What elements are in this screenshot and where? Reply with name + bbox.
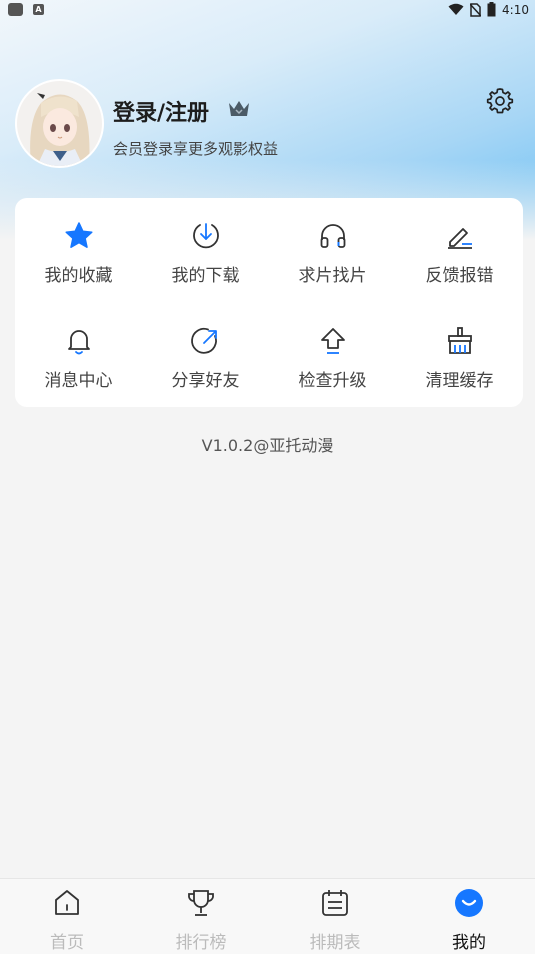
status-bar: A 4:10 (0, 0, 535, 20)
menu-item-request[interactable]: 求片找片 (269, 198, 396, 288)
headphones-icon (320, 224, 345, 248)
menu-item-label: 检查升级 (298, 371, 367, 391)
wifi-icon (448, 3, 464, 15)
menu-card: 我的收藏 我的下载 求片找片 反馈报错 消息中心 分享好友 检查升级 清理缓存 (15, 198, 523, 407)
nav-label: 首页 (50, 933, 84, 953)
version-text: V1.0.2@亚托动漫 (201, 436, 334, 455)
member-subtitle: 会员登录享更多观影权益 (113, 140, 279, 158)
nav-label: 我的 (452, 933, 486, 953)
home-icon (55, 890, 79, 915)
nav-label: 排行榜 (175, 933, 227, 953)
bell-icon (67, 330, 90, 355)
bottom-nav: 首页 排行榜 排期表 我的 (0, 878, 535, 954)
nav-ranking[interactable]: 排行榜 (134, 879, 268, 954)
menu-item-downloads[interactable]: 我的下载 (142, 198, 269, 288)
calendar-icon (322, 890, 348, 916)
gear-icon[interactable] (486, 87, 514, 115)
battery-icon (487, 2, 496, 17)
nav-mine[interactable]: 我的 (402, 879, 535, 954)
share-icon (190, 327, 217, 354)
edit-icon (447, 228, 472, 249)
nav-label: 排期表 (309, 933, 361, 953)
app-icon (8, 3, 23, 16)
avatar-image (17, 81, 102, 166)
menu-item-clear-cache[interactable]: 清理缓存 (396, 303, 523, 393)
clean-icon (447, 327, 472, 354)
menu-item-label: 求片找片 (298, 266, 367, 286)
menu-item-label: 分享好友 (171, 371, 240, 391)
menu-item-share[interactable]: 分享好友 (142, 303, 269, 393)
menu-item-favorites[interactable]: 我的收藏 (15, 198, 142, 288)
profile-icon (455, 889, 483, 917)
menu-item-label: 反馈报错 (425, 266, 494, 286)
crown-icon (229, 101, 249, 116)
a-icon: A (33, 4, 44, 15)
menu-item-label: 清理缓存 (425, 371, 494, 391)
login-register-title[interactable]: 登录/注册 (113, 95, 209, 127)
nav-home[interactable]: 首页 (0, 879, 134, 954)
menu-item-label: 我的下载 (171, 266, 240, 286)
menu-item-label: 我的收藏 (44, 266, 113, 286)
menu-item-feedback[interactable]: 反馈报错 (396, 198, 523, 288)
menu-item-label: 消息中心 (44, 371, 113, 391)
status-time: 4:10 (502, 2, 529, 17)
star-icon (64, 222, 93, 248)
download-icon (192, 223, 219, 249)
nav-schedule[interactable]: 排期表 (268, 879, 402, 954)
upgrade-icon (320, 328, 345, 354)
menu-item-upgrade[interactable]: 检查升级 (269, 303, 396, 393)
trophy-icon (188, 890, 214, 916)
menu-item-messages[interactable]: 消息中心 (15, 303, 142, 393)
avatar[interactable] (15, 79, 104, 168)
no-sim-icon (470, 2, 482, 17)
